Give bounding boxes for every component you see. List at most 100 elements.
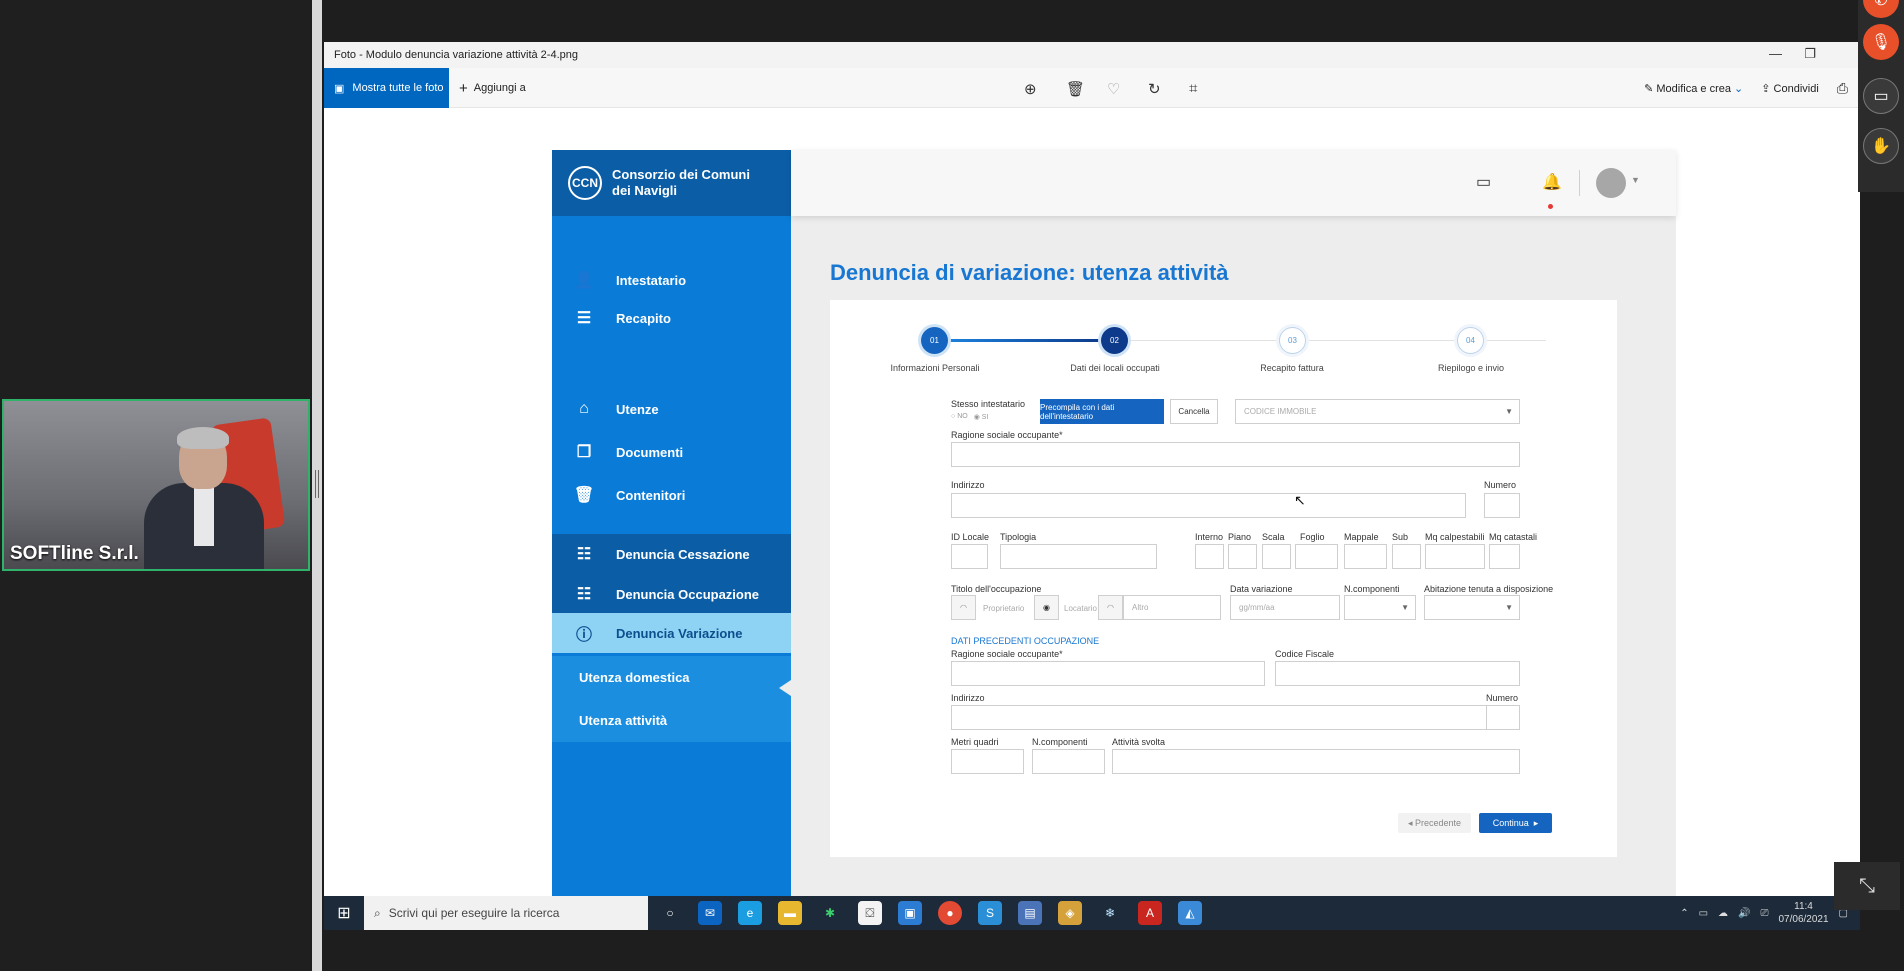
- precompila-button[interactable]: Precompila con i dati dell'intestatario: [1040, 399, 1164, 424]
- nav-item-denuncia-cessazione[interactable]: ☷ Denuncia Cessazione: [552, 534, 791, 574]
- prev-numero-input[interactable]: [1486, 705, 1520, 730]
- caret-down-icon[interactable]: ▼: [1631, 175, 1640, 185]
- mq-catastali-input[interactable]: [1489, 544, 1520, 569]
- crop-icon[interactable]: ⌗: [1189, 80, 1197, 97]
- data-variazione-input[interactable]: gg/mm/aa: [1230, 595, 1340, 620]
- mic-muted-icon[interactable]: 🎙: [1863, 24, 1899, 60]
- clock[interactable]: 11:4 07/06/2021: [1778, 900, 1828, 926]
- participant-video-tile[interactable]: SOFTline S.r.l.: [2, 399, 310, 571]
- show-all-photos-button[interactable]: ▣ Mostra tutte le foto: [324, 68, 449, 108]
- delete-icon[interactable]: 🗑: [1066, 80, 1085, 98]
- window-icon[interactable]: ▭: [1863, 78, 1899, 114]
- bell-icon[interactable]: 🔔: [1542, 172, 1562, 192]
- cancella-button[interactable]: Cancella: [1170, 399, 1218, 424]
- nav-subitem-utenza-domestica[interactable]: Utenza domestica: [552, 656, 791, 699]
- app-icon-2[interactable]: ▤: [1018, 901, 1042, 925]
- proprietario-radio[interactable]: ◠: [951, 595, 976, 620]
- locatario-radio[interactable]: ◉: [1034, 595, 1059, 620]
- foglio-input[interactable]: [1295, 544, 1338, 569]
- nav-item-denuncia-occupazione[interactable]: ☷ Denuncia Occupazione: [552, 574, 791, 614]
- minimize-icon[interactable]: —: [1769, 46, 1782, 61]
- step-1-circle[interactable]: 01: [921, 327, 948, 354]
- attivita-svolta-input[interactable]: [1112, 749, 1520, 774]
- zoom-icon[interactable]: ⊕: [1024, 80, 1037, 98]
- numero-input[interactable]: [1484, 493, 1520, 518]
- restore-icon[interactable]: ❐: [1804, 46, 1816, 62]
- skype-icon[interactable]: S: [978, 901, 1002, 925]
- nav-item-recapito[interactable]: ☰ Recapito: [552, 298, 791, 338]
- nav-subitem-utenza-attivita[interactable]: Utenza attività: [552, 699, 791, 742]
- chrome-icon[interactable]: ●: [938, 901, 962, 925]
- collapse-icon[interactable]: ⤡: [1834, 862, 1900, 910]
- snowflake-icon[interactable]: ❄: [1098, 901, 1122, 925]
- n-componenti-select[interactable]: ▼: [1344, 595, 1416, 620]
- add-to-button[interactable]: + Aggiungi a: [459, 68, 526, 108]
- taskbar-search[interactable]: ⌕ Scrivi qui per eseguire la ricerca: [364, 896, 648, 930]
- share-button[interactable]: ⇪ Condividi: [1761, 82, 1819, 95]
- tipologia-input[interactable]: [1000, 544, 1157, 569]
- altro-input[interactable]: Altro: [1123, 595, 1221, 620]
- rotate-icon[interactable]: ↻: [1148, 80, 1161, 98]
- avatar[interactable]: [1596, 168, 1626, 198]
- network-icon[interactable]: ⎚: [1760, 908, 1768, 919]
- edit-create-button[interactable]: ✎ Modifica e crea ⌄: [1644, 82, 1743, 95]
- codice-immobile-select[interactable]: CODICE IMMOBILE ▼: [1235, 399, 1520, 424]
- chevron-up-icon[interactable]: ⌃: [1680, 908, 1688, 919]
- start-button[interactable]: ⊞: [324, 896, 364, 930]
- photos-app-icon[interactable]: ◭: [1178, 901, 1202, 925]
- codice-fiscale-input[interactable]: [1275, 661, 1520, 686]
- pane-splitter[interactable]: [312, 0, 322, 971]
- sub-input[interactable]: [1392, 544, 1421, 569]
- mq-calpestabili-input[interactable]: [1425, 544, 1485, 569]
- volume-icon[interactable]: 🔊: [1738, 908, 1750, 919]
- scala-input[interactable]: [1262, 544, 1291, 569]
- battery-icon[interactable]: ▭: [1699, 908, 1708, 919]
- show-all-label: Mostra tutte le foto: [352, 82, 444, 94]
- prev-n-componenti-input[interactable]: [1032, 749, 1105, 774]
- radio-si[interactable]: ◉ SI: [974, 413, 989, 421]
- prev-n-componenti-label: N.componenti: [1032, 737, 1088, 747]
- nav-item-intestatario[interactable]: 👤 Intestatario: [552, 260, 791, 300]
- nav-item-documenti[interactable]: ❐ Documenti: [552, 432, 791, 472]
- end-call-icon[interactable]: ✆: [1863, 0, 1899, 18]
- heart-icon[interactable]: ♡: [1107, 80, 1120, 98]
- nav-item-denuncia-variazione[interactable]: ⓘ Denuncia Variazione: [552, 613, 791, 653]
- app-icon-3[interactable]: ◈: [1058, 901, 1082, 925]
- stesso-intestatario-radios[interactable]: ○ NO ◉ SI: [951, 413, 988, 421]
- ragione-sociale-input[interactable]: [951, 442, 1520, 467]
- radio-no[interactable]: ○ NO: [951, 413, 968, 421]
- step-1-label: Informazioni Personali: [890, 363, 980, 373]
- indirizzo-input[interactable]: [951, 493, 1466, 518]
- plus-icon: +: [459, 79, 468, 97]
- mail-icon[interactable]: ✉: [698, 901, 722, 925]
- id-locale-input[interactable]: [951, 544, 988, 569]
- continua-button[interactable]: Continua ▸: [1479, 813, 1552, 833]
- store-icon[interactable]: ⛋: [858, 901, 882, 925]
- acrobat-icon[interactable]: A: [1138, 901, 1162, 925]
- task-view-icon[interactable]: ○: [658, 901, 682, 925]
- app-icon[interactable]: ▣: [898, 901, 922, 925]
- mappale-input[interactable]: [1344, 544, 1387, 569]
- folder-icon[interactable]: ▬: [778, 901, 802, 925]
- abitazione-select[interactable]: ▼: [1424, 595, 1520, 620]
- print-icon[interactable]: ⎙: [1837, 80, 1848, 97]
- archive-icon[interactable]: ▭: [1476, 172, 1491, 192]
- piano-input[interactable]: [1228, 544, 1257, 569]
- edge-icon[interactable]: e: [738, 901, 762, 925]
- network-app-icon[interactable]: ✱: [818, 901, 842, 925]
- interno-input[interactable]: [1195, 544, 1224, 569]
- nav-item-contenitori[interactable]: 🗑 Contenitori: [552, 475, 791, 515]
- indirizzo-label: Indirizzo: [951, 480, 985, 490]
- step-2-circle[interactable]: 02: [1101, 327, 1128, 354]
- cloud-icon[interactable]: ☁: [1718, 908, 1728, 919]
- metri-quadri-input[interactable]: [951, 749, 1024, 774]
- prev-ragione-sociale-input[interactable]: [951, 661, 1265, 686]
- raise-hand-icon[interactable]: ✋: [1863, 128, 1899, 164]
- prev-indirizzo-input[interactable]: [951, 705, 1500, 730]
- step-3-circle[interactable]: 03: [1279, 327, 1306, 354]
- header-divider: [1579, 170, 1580, 196]
- step-4-circle[interactable]: 04: [1457, 327, 1484, 354]
- precedente-button[interactable]: ◂ Precedente: [1398, 813, 1471, 833]
- altro-radio[interactable]: ◠: [1098, 595, 1123, 620]
- nav-item-utenze[interactable]: ⌂ Utenze: [552, 389, 791, 429]
